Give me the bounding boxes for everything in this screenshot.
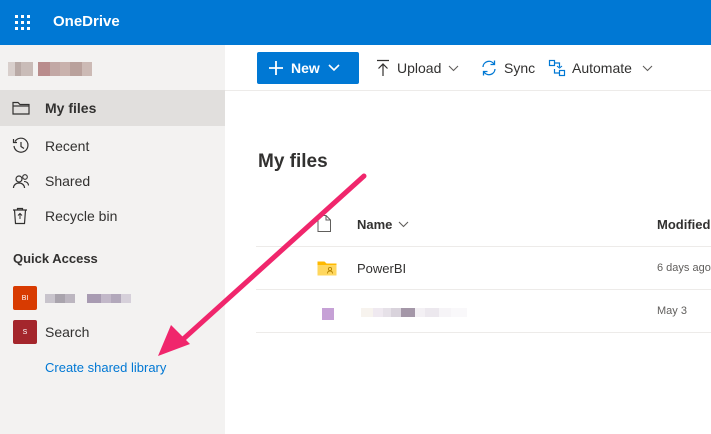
sidebar-item-recent[interactable]: Recent [0,128,225,164]
quick-access-label: Search [45,324,90,340]
folder-icon [0,90,45,126]
command-bar: New Upload Sync Automate [225,45,711,91]
upload-icon [377,59,389,76]
new-button-label: New [291,60,320,76]
column-header-name[interactable]: Name [357,217,409,232]
file-list-header: Name Modified [256,205,711,247]
sidebar: My files Recent Shared Recycle bin Quick… [0,45,225,434]
chevron-down-icon [399,221,409,228]
quick-access-heading: Quick Access [13,251,98,266]
file-name-redacted[interactable] [361,308,467,317]
chevron-down-icon [642,65,653,71]
sidebar-item-label: Shared [45,173,91,189]
automate-button[interactable]: Automate [548,56,659,80]
shared-folder-icon [317,260,337,281]
file-name[interactable]: PowerBI [357,261,406,276]
table-row[interactable]: PowerBI 6 days ago [256,247,711,290]
new-button[interactable]: New [257,52,359,84]
sync-label: Sync [504,60,536,76]
history-icon [0,128,45,164]
file-modified: 6 days ago [657,262,711,274]
sync-button[interactable]: Sync [480,56,535,80]
plus-icon [269,61,283,75]
user-name-redacted [8,62,92,76]
sidebar-item-my-files[interactable]: My files [0,90,225,126]
sidebar-item-label: Recent [45,138,90,154]
upload-button[interactable]: Upload [375,56,465,80]
chevron-down-icon [448,65,459,71]
site-badge-icon: S [13,320,37,344]
column-header-modified[interactable]: Modified [657,217,710,232]
app-title[interactable]: OneDrive [53,13,120,30]
site-badge-icon: BI [13,286,37,310]
app-launcher-icon[interactable] [0,0,45,45]
quick-access-item-bi[interactable]: BI [0,282,225,314]
table-row[interactable]: May 3 [256,290,711,333]
people-icon [0,163,45,199]
file-icon [322,307,334,325]
file-type-icon[interactable] [317,215,331,237]
recycle-bin-icon [0,198,45,234]
file-modified: May 3 [657,305,687,317]
automate-label: Automate [572,60,632,76]
suite-bar: OneDrive [0,0,711,45]
sidebar-item-label: Recycle bin [45,208,118,224]
sync-icon [482,60,496,76]
quick-access-item-search[interactable]: S Search [0,316,225,348]
automate-icon [548,59,566,77]
sidebar-item-shared[interactable]: Shared [0,163,225,199]
upload-label: Upload [397,60,442,76]
quick-access-label-redacted [45,293,131,303]
page-title: My files [258,151,328,172]
sidebar-item-label: My files [45,100,97,116]
create-shared-library-link[interactable]: Create shared library [45,360,166,375]
sidebar-item-recycle-bin[interactable]: Recycle bin [0,198,225,234]
chevron-down-icon [328,64,340,72]
column-header-name-label: Name [357,217,393,232]
